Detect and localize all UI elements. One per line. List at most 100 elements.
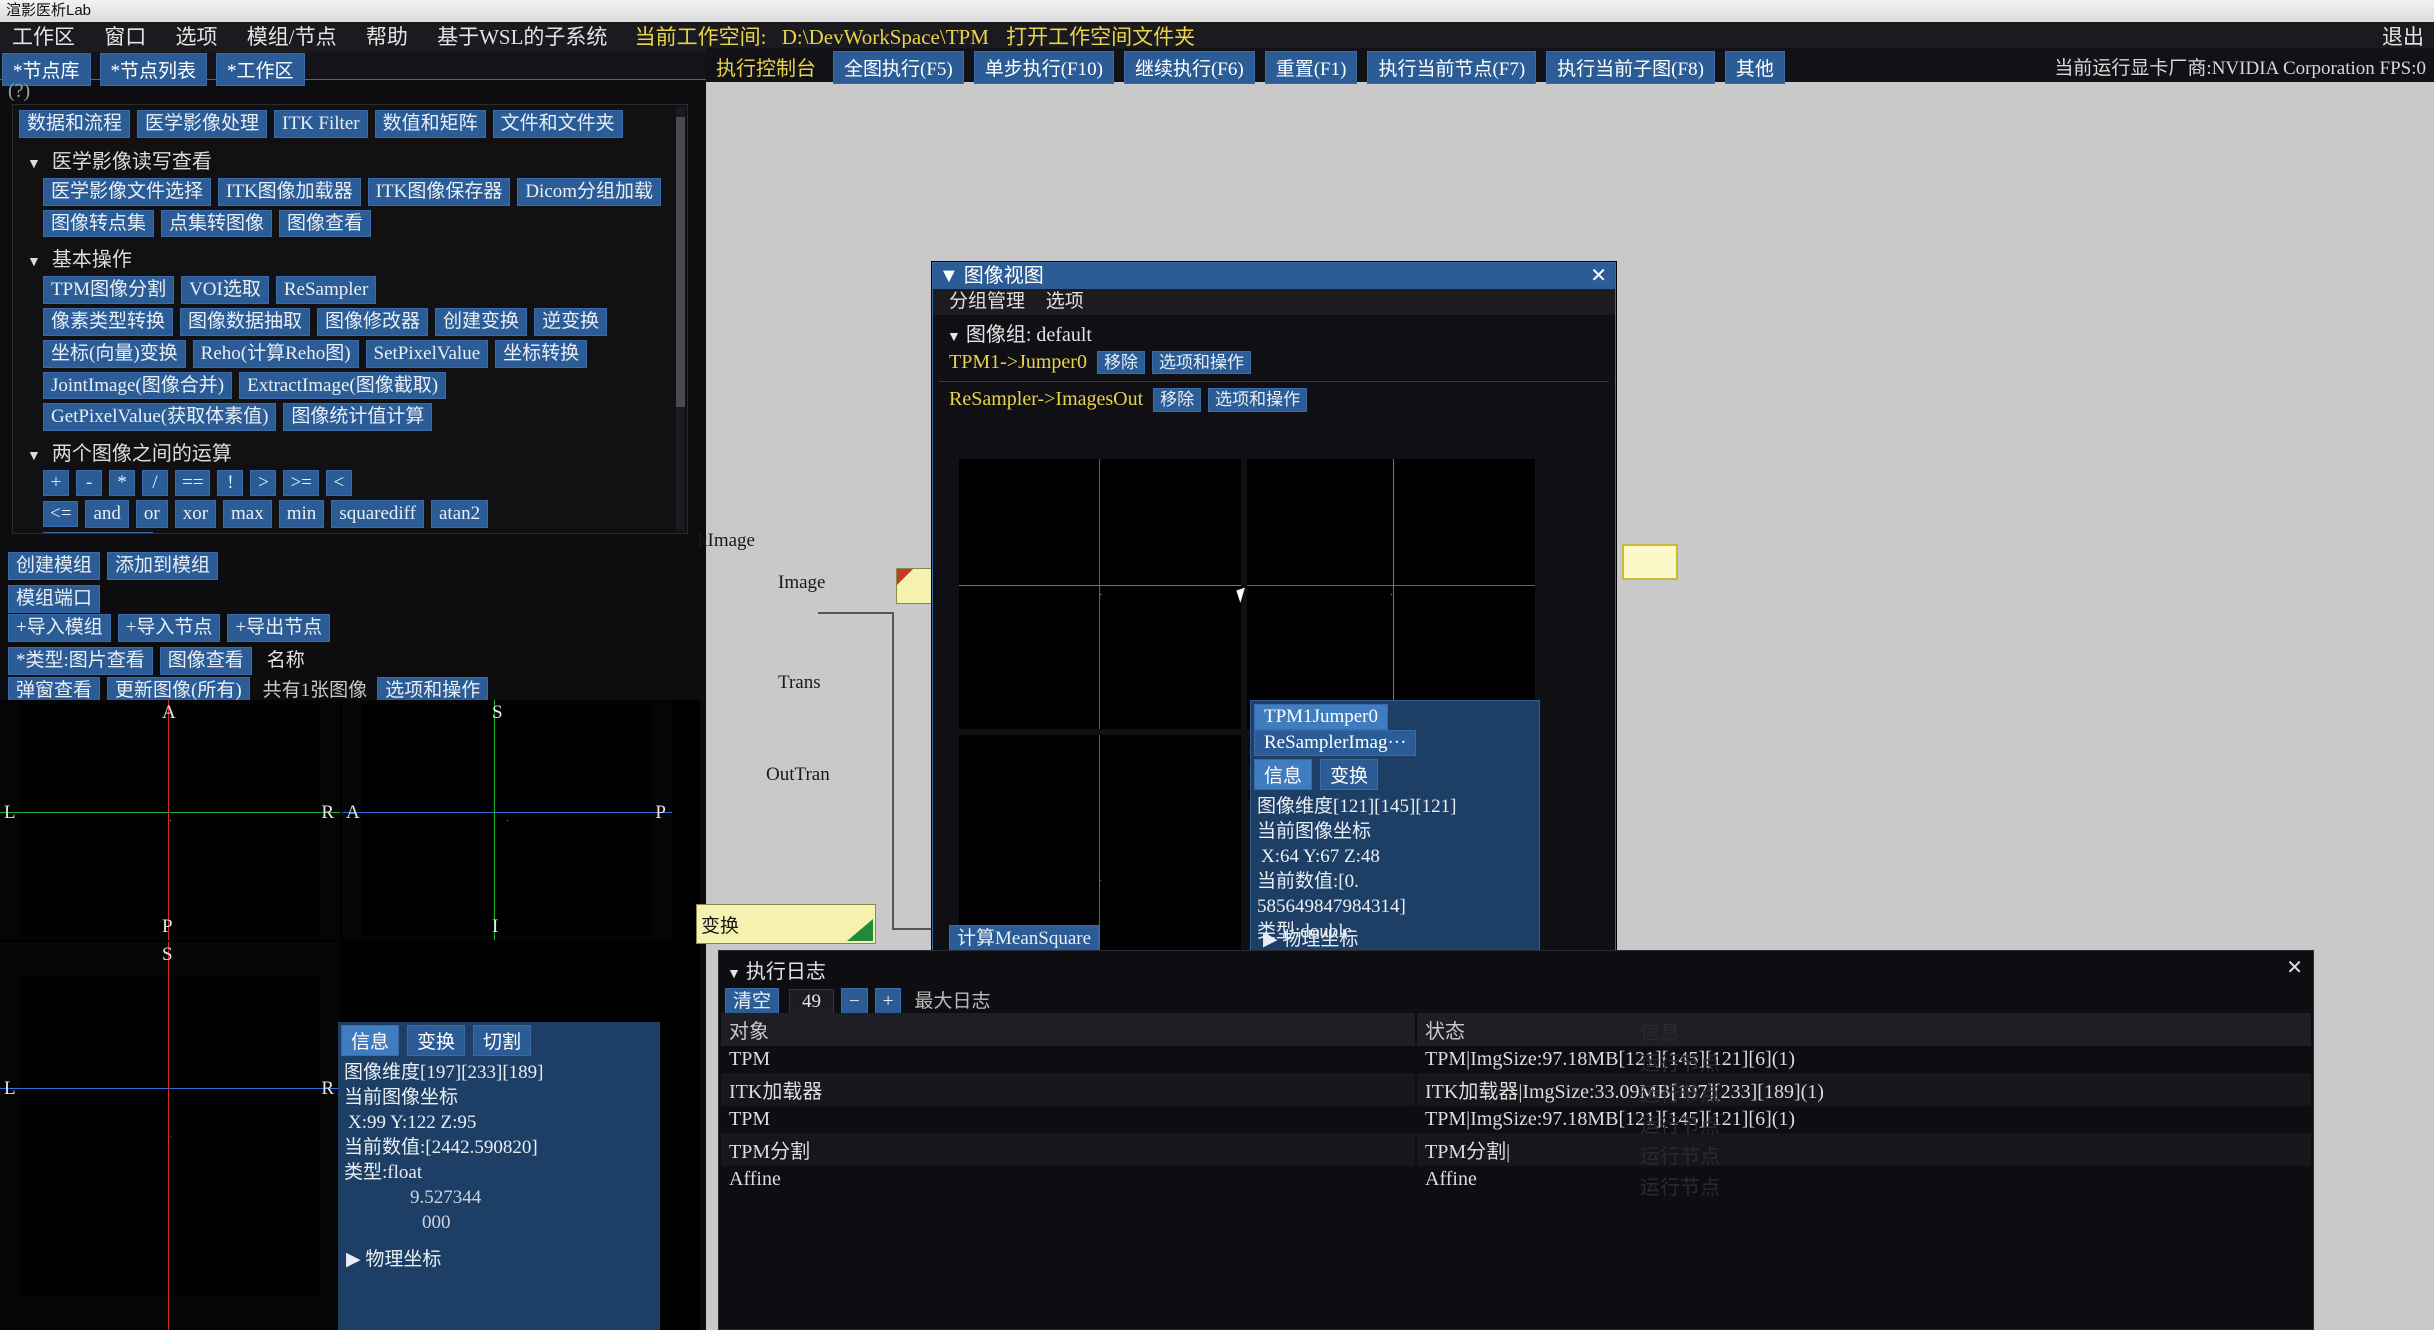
- tab-node-list[interactable]: *节点列表: [100, 53, 208, 86]
- node-op-and[interactable]: and: [85, 500, 128, 528]
- viewer-pane-coronal[interactable]: S L R: [0, 942, 340, 1330]
- menu-item-window[interactable]: 窗口: [92, 22, 158, 52]
- source-tab-resampler[interactable]: ReSamplerImag···: [1254, 730, 1416, 756]
- node-library-scrollbar[interactable]: [676, 107, 685, 531]
- node-op-add[interactable]: +: [43, 470, 69, 496]
- tab-transform[interactable]: 变换: [1320, 759, 1378, 790]
- group-header-read-write-view[interactable]: ▼ 医学影像读写查看: [13, 141, 687, 176]
- other-button[interactable]: 其他: [1725, 51, 1785, 84]
- category-medical-imaging[interactable]: 医学影像处理: [137, 110, 267, 138]
- node-dicom-group-load[interactable]: Dicom分组加载: [517, 178, 661, 206]
- node-create-transform[interactable]: 创建变换: [435, 308, 527, 336]
- add-to-module-button[interactable]: 添加到模组: [107, 552, 218, 580]
- run-all-button[interactable]: 全图执行(F5): [833, 51, 964, 84]
- viewer-pane-axial[interactable]: A P L R: [0, 700, 340, 940]
- tab-crop[interactable]: 切割: [473, 1025, 531, 1056]
- category-files-folders[interactable]: 文件和文件夹: [493, 110, 623, 138]
- import-module-button[interactable]: +导入模组: [8, 614, 111, 642]
- tab-info[interactable]: 信息: [1254, 759, 1312, 790]
- node-op-ge[interactable]: >=: [283, 470, 318, 496]
- node-op-xor[interactable]: xor: [175, 500, 216, 528]
- menu-item-workspace[interactable]: 工作区: [0, 22, 87, 52]
- node-op-lt[interactable]: <: [326, 470, 352, 496]
- run-subgraph-button[interactable]: 执行当前子图(F8): [1546, 51, 1715, 84]
- node-inverse-transform[interactable]: 逆变换: [534, 308, 607, 336]
- node-voi-select[interactable]: VOI选取: [181, 276, 269, 304]
- export-node-button[interactable]: +导出节点: [227, 614, 330, 642]
- node-op-gt[interactable]: >: [250, 470, 276, 496]
- graph-node-small-right[interactable]: [1622, 544, 1678, 580]
- node-op-div[interactable]: /: [142, 470, 168, 496]
- image-group-header[interactable]: ▼ 图像组: default: [933, 315, 1615, 348]
- node-coord-vector-transform[interactable]: 坐标(向量)变换: [43, 340, 186, 368]
- close-icon[interactable]: ✕: [1590, 263, 1607, 289]
- menu-item-module-node[interactable]: 模组/节点: [235, 22, 349, 52]
- node-op-le[interactable]: <=: [43, 501, 78, 527]
- table-row[interactable]: Affine: [1417, 1166, 2311, 1193]
- node-reho[interactable]: Reho(计算Reho图): [193, 340, 359, 368]
- node-op-sub[interactable]: -: [76, 470, 102, 496]
- table-row[interactable]: TPM|ImgSize:97.18MB[121][145][121][6](1): [1417, 1046, 2311, 1073]
- node-op-max[interactable]: max: [223, 500, 272, 528]
- menu-item-options[interactable]: 选项: [164, 22, 230, 52]
- node-medical-file-select[interactable]: 医学影像文件选择: [43, 178, 211, 206]
- menu-item-wsl-subsystem[interactable]: 基于WSL的子系统: [425, 22, 619, 52]
- remove-channel-button[interactable]: 移除: [1097, 351, 1145, 374]
- category-numeric-matrix[interactable]: 数值和矩阵: [375, 110, 486, 138]
- create-module-button[interactable]: 创建模组: [8, 552, 100, 580]
- menu-options[interactable]: 选项: [1038, 289, 1092, 315]
- source-tab-tpm1jumper0[interactable]: TPM1Jumper0: [1254, 704, 1388, 730]
- node-resampler[interactable]: ReSampler: [276, 276, 376, 304]
- module-port-button[interactable]: 模组端口: [8, 585, 100, 613]
- table-row[interactable]: TPM|ImgSize:97.18MB[121][145][121][6](1): [1417, 1106, 2311, 1133]
- channel-options-button[interactable]: 选项和操作: [1152, 351, 1251, 374]
- node-pixel-type-convert[interactable]: 像素类型转换: [43, 308, 173, 336]
- dialog-pane-axial[interactable]: A P L R: [959, 459, 1241, 729]
- compute-meansquare-button[interactable]: 计算MeanSquare: [949, 925, 1099, 953]
- table-row[interactable]: Affine: [721, 1166, 1415, 1193]
- viewer-pane-sagittal[interactable]: S I A P: [342, 700, 672, 940]
- dialog-title-bar[interactable]: ▼ 图像视图 ✕: [933, 263, 1615, 289]
- group-header-two-image-ops[interactable]: ▼ 两个图像之间的运算: [13, 433, 687, 468]
- dialog-pane-sagittal[interactable]: S I A P: [1247, 459, 1535, 729]
- close-icon[interactable]: ✕: [2286, 955, 2303, 980]
- node-name-chip[interactable]: 图像查看: [160, 647, 252, 675]
- node-op-atan2[interactable]: atan2: [431, 500, 488, 528]
- category-data-flow[interactable]: 数据和流程: [19, 110, 130, 138]
- node-image-data-extract[interactable]: 图像数据抽取: [180, 308, 310, 336]
- menu-item-help[interactable]: 帮助: [354, 22, 420, 52]
- node-coord-transform[interactable]: 坐标转换: [495, 340, 587, 368]
- node-image-statistics[interactable]: 图像统计值计算: [283, 403, 432, 431]
- menu-group-management[interactable]: 分组管理: [941, 289, 1033, 315]
- node-op-or[interactable]: or: [136, 500, 168, 528]
- node-type-label[interactable]: *类型:图片查看: [8, 647, 153, 675]
- node-tpm-segmentation[interactable]: TPM图像分割: [43, 276, 174, 304]
- node-itk-image-saver[interactable]: ITK图像保存器: [368, 178, 511, 206]
- table-row[interactable]: TPM: [721, 1046, 1415, 1073]
- run-current-node-button[interactable]: 执行当前节点(F7): [1367, 51, 1536, 84]
- scrollbar-thumb[interactable]: [676, 117, 685, 407]
- group-header-basic-ops[interactable]: ▼ 基本操作: [13, 239, 687, 274]
- import-node-button[interactable]: +导入节点: [118, 614, 221, 642]
- node-image-modifier[interactable]: 图像修改器: [317, 308, 428, 336]
- log-panel-header[interactable]: ▼ 执行日志: [719, 951, 2313, 986]
- node-image-to-pointset[interactable]: 图像转点集: [43, 210, 154, 238]
- graph-node-transform[interactable]: 变换: [696, 904, 876, 944]
- clear-log-button[interactable]: 清空: [725, 988, 779, 1016]
- tab-transform[interactable]: 变换: [407, 1025, 465, 1056]
- tab-info[interactable]: 信息: [341, 1025, 399, 1056]
- tab-workspace[interactable]: *工作区: [216, 53, 305, 86]
- physical-coords-expander[interactable]: ▶ 物理坐标: [338, 1240, 660, 1275]
- table-row[interactable]: TPM分割|: [1417, 1133, 2311, 1166]
- node-op-eq[interactable]: ==: [175, 470, 210, 496]
- node-op-min[interactable]: min: [279, 500, 325, 528]
- node-op-labeloverlay[interactable]: labeloverlay: [43, 532, 153, 535]
- table-row[interactable]: TPM分割: [721, 1133, 1415, 1166]
- remove-channel-button[interactable]: 移除: [1153, 388, 1201, 411]
- node-itk-image-loader[interactable]: ITK图像加载器: [218, 178, 361, 206]
- decrease-log-button[interactable]: −: [841, 988, 868, 1016]
- channel-options-button[interactable]: 选项和操作: [1208, 388, 1307, 411]
- table-row[interactable]: ITK加载器: [721, 1073, 1415, 1106]
- category-itk-filter[interactable]: ITK Filter: [274, 110, 368, 138]
- reset-button[interactable]: 重置(F1): [1265, 51, 1358, 84]
